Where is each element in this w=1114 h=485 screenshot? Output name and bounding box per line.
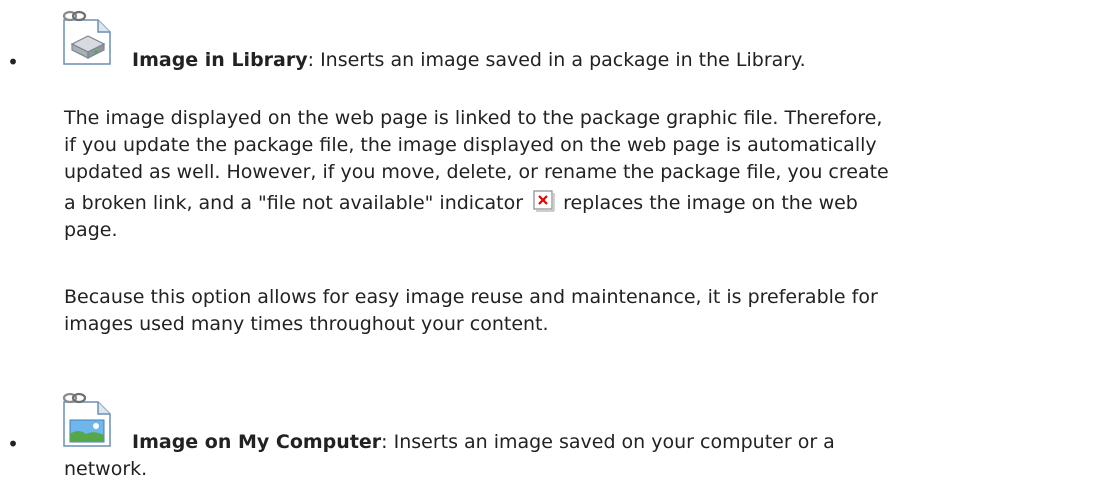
item-description: : Inserts an image saved on your compute… (381, 431, 835, 453)
item-description: : Inserts an image saved in a package in… (307, 49, 806, 71)
paragraph-reuse: Because this option allows for easy imag… (64, 284, 1104, 338)
paragraph-linked-file: The image displayed on the web page is l… (64, 105, 1104, 244)
help-document: • Image in Library: Inserts an image sav… (0, 0, 1114, 485)
bullet: • (7, 50, 19, 74)
paragraph-line: images used many times throughout your c… (64, 313, 549, 335)
paragraph-line: The image displayed on the web page is l… (64, 107, 883, 129)
paragraph-line: if you update the package file, the imag… (64, 134, 877, 156)
paragraph-line-with-icon: a broken link, and a "file not available… (64, 190, 1104, 217)
paragraph-line: page. (64, 219, 118, 241)
file-not-available-icon (533, 190, 555, 212)
item-title: Image in Library (132, 49, 308, 71)
item-description-continued: network. (64, 458, 148, 480)
paragraph-line: Because this option allows for easy imag… (64, 286, 878, 308)
item-lead: Image in Library: Inserts an image saved… (132, 48, 806, 72)
computer-image-icon[interactable] (58, 390, 124, 448)
bullet: • (7, 432, 19, 456)
paragraph-text: replaces the image on the web (563, 192, 858, 214)
item-title: Image on My Computer (132, 431, 382, 453)
item-lead: Image on My Computer: Inserts an image s… (132, 430, 835, 454)
paragraph-line: updated as well. However, if you move, d… (64, 161, 889, 183)
library-package-image-icon[interactable] (58, 8, 124, 66)
paragraph-text: a broken link, and a "file not available… (64, 192, 524, 214)
